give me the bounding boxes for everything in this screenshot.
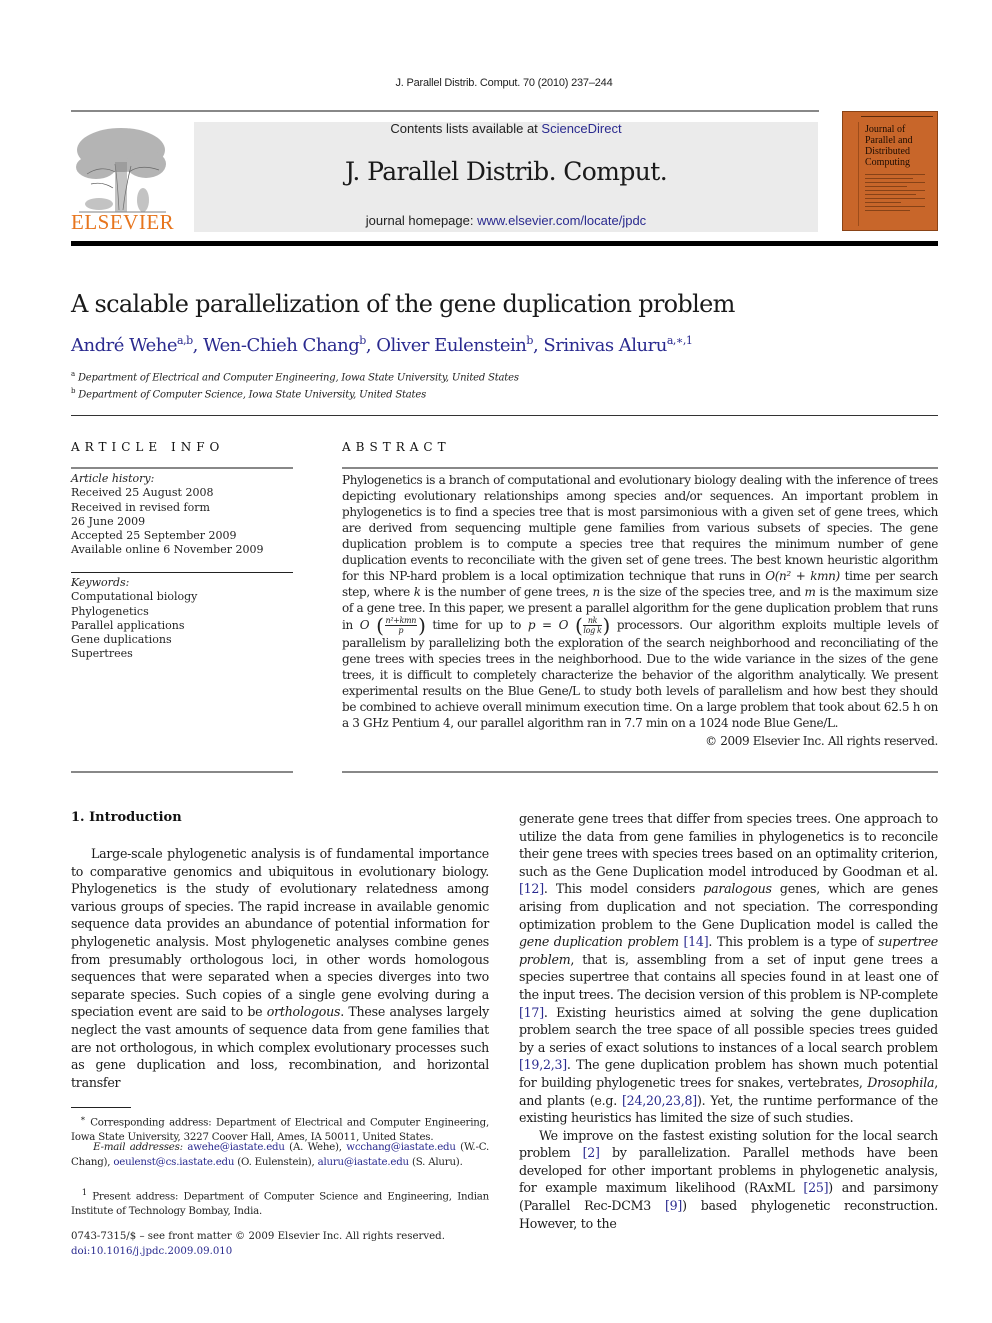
abstract-bottom-rule — [342, 771, 938, 773]
affiliation: b Department of Computer Science, Iowa S… — [71, 387, 426, 400]
math-complexity: O(n² + kmn) — [765, 569, 840, 583]
homepage-prefix: journal homepage: — [365, 213, 478, 228]
article-info-bottom-rule — [71, 771, 293, 773]
keywords-rule — [71, 572, 293, 573]
homepage-line: journal homepage: www.elsevier.com/locat… — [194, 213, 818, 228]
history-item: Received 25 August 2008 — [71, 486, 214, 500]
journal-name: J. Parallel Distrib. Comput. — [344, 157, 668, 186]
footnote-mark: ∗ — [80, 1114, 86, 1124]
sciencedirect-link[interactable]: ScienceDirect — [541, 121, 621, 136]
article-history: Article history: Received 25 August 2008… — [71, 472, 263, 558]
affiliation-mark: a — [71, 370, 75, 378]
cover-contents-lines — [865, 174, 925, 214]
author-affil-marks[interactable]: b — [526, 334, 533, 347]
keyword-item: Phylogenetics — [71, 604, 149, 618]
email-link[interactable]: awehe@iastate.edu — [187, 1142, 285, 1153]
issn-line: 0743-7315/$ – see front matter © 2009 El… — [71, 1231, 445, 1242]
section-heading-introduction: 1. Introduction — [71, 810, 182, 825]
cover-title-line: Distributed — [865, 146, 910, 157]
article-info-heading: ARTICLE INFO — [71, 440, 225, 454]
affiliation: a Department of Electrical and Computer … — [71, 370, 519, 383]
abstract-text: Phylogenetics is a branch of computation… — [342, 473, 939, 730]
author-affil-marks[interactable]: a,b — [177, 334, 193, 347]
citation-link[interactable]: [17] — [519, 1005, 544, 1020]
contents-line: Contents lists available at ScienceDirec… — [194, 121, 818, 136]
affiliation-rule — [71, 415, 938, 416]
citation-link[interactable]: [25] — [803, 1180, 828, 1195]
abstract-heading: ABSTRACT — [342, 440, 451, 454]
keyword-item: Gene duplications — [71, 633, 172, 647]
footnote-emails: E-mail addresses: awehe@iastate.edu (A. … — [71, 1142, 489, 1168]
emails-label: E-mail addresses: — [93, 1142, 183, 1153]
email-link[interactable]: aluru@iastate.edu — [318, 1157, 410, 1168]
abstract-rule — [342, 467, 938, 469]
author-affil-marks[interactable]: b — [359, 334, 366, 347]
footnote-rule — [71, 1107, 131, 1108]
affiliation-text: Department of Computer Science, Iowa Sta… — [78, 389, 427, 401]
history-item: Available online 6 November 2009 — [71, 543, 264, 557]
contents-prefix: Contents lists available at — [390, 121, 542, 136]
author-link[interactable]: Srinivas Aluru — [543, 335, 667, 356]
author-affil-marks[interactable]: a,∗,1 — [667, 334, 693, 347]
cover-title-line: Parallel and — [865, 135, 913, 146]
affiliation-text: Department of Electrical and Computer En… — [77, 372, 519, 384]
citation-link[interactable]: [9] — [665, 1198, 682, 1213]
cover-top-bar — [861, 116, 933, 117]
affiliation-mark: b — [71, 387, 76, 395]
cover-title: Journal of Parallel and Distributed Comp… — [865, 124, 912, 168]
keyword-item: Computational biology — [71, 590, 198, 604]
citation-link[interactable]: [12] — [519, 881, 544, 896]
paragraph: We improve on the fastest existing solut… — [519, 1127, 938, 1231]
cover-title-line: Computing — [865, 157, 911, 168]
paragraph: Large-scale phylogenetic analysis is of … — [71, 846, 489, 1090]
paragraph: generate gene trees that differ from spe… — [519, 811, 938, 1126]
doi-link[interactable]: doi:10.1016/j.jpdc.2009.09.010 — [71, 1246, 232, 1257]
running-head: J. Parallel Distrib. Comput. 70 (2010) 2… — [395, 77, 613, 89]
history-item: Accepted 25 September 2009 — [71, 529, 237, 543]
keywords-heading: Keywords: — [71, 576, 130, 589]
citation-link[interactable]: [14] — [684, 934, 709, 949]
article-title: A scalable parallelization of the gene d… — [71, 290, 735, 318]
footnote-mark: 1 — [81, 1188, 87, 1198]
citation-link[interactable]: [19,2,3] — [519, 1057, 567, 1072]
author-link[interactable]: Oliver Eulenstein — [376, 335, 527, 356]
masthead-thick-rule — [71, 241, 938, 246]
journal-homepage-link[interactable]: www.elsevier.com/locate/jpdc — [477, 213, 646, 228]
history-item: 26 June 2009 — [71, 514, 146, 528]
elsevier-wordmark[interactable]: ELSEVIER — [71, 210, 174, 235]
author-link[interactable]: André Wehe — [71, 335, 178, 356]
abstract-body: Phylogenetics is a branch of computation… — [342, 472, 938, 749]
keyword-item: Parallel applications — [71, 618, 185, 632]
article-info-rule — [71, 467, 293, 469]
keywords: Keywords: Computational biology Phylogen… — [71, 576, 197, 662]
abstract-copyright: © 2009 Elsevier Inc. All rights reserved… — [705, 734, 938, 748]
history-heading: Article history: — [71, 472, 155, 485]
author-list: André Wehea,b, Wen-Chieh Changb, Oliver … — [71, 334, 693, 356]
top-rule — [71, 110, 819, 112]
body-column-right: generate gene trees that differ from spe… — [519, 810, 938, 1232]
front-matter: 0743-7315/$ – see front matter © 2009 El… — [71, 1230, 445, 1259]
citation-link[interactable]: [2] — [583, 1145, 600, 1160]
cover-title-line: Journal of — [865, 124, 906, 135]
citation-link[interactable]: [24,20,23,8] — [622, 1093, 697, 1108]
math-fraction: nk log k — [583, 616, 602, 635]
cover-side-strip — [846, 122, 859, 226]
journal-cover-thumbnail[interactable]: Journal of Parallel and Distributed Comp… — [842, 111, 938, 231]
email-link[interactable]: oeulenst@cs.iastate.edu — [113, 1157, 234, 1168]
keyword-item: Supertrees — [71, 647, 133, 661]
email-link[interactable]: wcchang@iastate.edu — [346, 1142, 456, 1153]
history-item: Received in revised form — [71, 500, 210, 514]
footnote-present-address: 1 Present address: Department of Compute… — [71, 1188, 489, 1217]
body-column-left: Large-scale phylogenetic analysis is of … — [71, 845, 489, 1091]
math-fraction: n²+kmn p — [384, 616, 418, 635]
author-link[interactable]: Wen-Chieh Chang — [203, 335, 360, 356]
